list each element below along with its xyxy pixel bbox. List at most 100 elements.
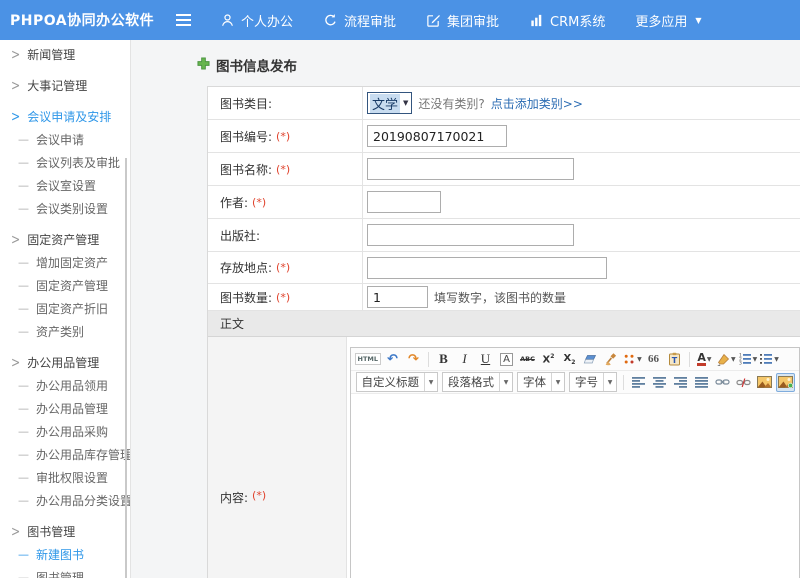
menu-icon[interactable] (176, 12, 196, 28)
font-color-icon[interactable]: A▼ (695, 350, 714, 369)
undo-icon[interactable]: ↶ (383, 350, 402, 369)
quantity-input[interactable] (367, 286, 428, 308)
caret-down-icon: ▼ (551, 373, 564, 391)
sidebar-item-fixed-asset-depreciation[interactable]: —固定资产折旧 (0, 297, 130, 320)
font-size-select[interactable]: 字号▼ (569, 372, 617, 392)
align-left-icon[interactable] (629, 373, 648, 392)
sidebar-item-meeting-apply[interactable]: —会议申请 (0, 128, 130, 151)
add-category-link[interactable]: 点击添加类别>> (491, 95, 583, 112)
strikethrough-icon[interactable]: ABC (518, 350, 537, 369)
sidebar-item-meeting-list-approval[interactable]: —会议列表及审批 (0, 151, 130, 174)
sidebar-item-news-mgmt[interactable]: >新闻管理 (0, 43, 130, 66)
font-family-select[interactable]: 字体▼ (517, 372, 565, 392)
nav-item-more-apps[interactable]: 更多应用▼ (635, 11, 701, 30)
dash-icon: — (18, 379, 29, 392)
top-nav: 个人办公 流程审批 集团审批 CRM系统 更多应用▼ (220, 11, 702, 30)
sidebar-item-book-mgmt-list[interactable]: —图书管理 (0, 566, 130, 578)
align-justify-icon[interactable] (692, 373, 711, 392)
format-painter-icon[interactable]: ▼ (623, 350, 642, 369)
highlight-color-icon[interactable]: ▼ (716, 350, 736, 369)
category-select[interactable]: 文学 ▼ (367, 92, 412, 114)
align-right-icon[interactable] (671, 373, 690, 392)
sidebar-item-label: 增加固定资产 (36, 254, 108, 271)
form-row-content: 内容: (*) HTML↶↷BIUAABCX2X2▼66TA▼▼123▼▼ 自定… (208, 337, 800, 578)
bold-icon[interactable]: B (434, 350, 453, 369)
svg-text:T: T (672, 356, 678, 365)
book-form: 图书类目: 文学 ▼ 还没有类别? 点击添加类别>> 图书编号:(*) (207, 86, 800, 578)
chevron-right-icon: > (11, 77, 20, 93)
sidebar-item-new-book[interactable]: —新建图书 (0, 543, 130, 566)
blockquote-icon[interactable]: 66 (644, 350, 663, 369)
unlink-icon[interactable] (734, 373, 753, 392)
insert-image-icon[interactable] (755, 373, 774, 392)
svg-text:3: 3 (739, 361, 742, 365)
sidebar-item-memorabilia-mgmt[interactable]: >大事记管理 (0, 74, 130, 97)
sidebar-item-asset-category[interactable]: —资产类别 (0, 320, 130, 343)
eraser-icon[interactable] (581, 350, 600, 369)
sidebar-item-office-supplies-mgmt[interactable]: >办公用品管理 (0, 351, 130, 374)
sidebar-item-book-mgmt[interactable]: >图书管理 (0, 520, 130, 543)
publisher-input[interactable] (367, 224, 574, 246)
dash-icon: — (18, 256, 29, 269)
redo-icon[interactable]: ↷ (404, 350, 423, 369)
sidebar-item-label: 图书管理 (27, 523, 75, 540)
form-row-publisher: 出版社: (208, 219, 800, 252)
sidebar-item-meeting-room-settings[interactable]: —会议室设置 (0, 174, 130, 197)
sidebar-item-supplies-inventory-mgmt[interactable]: —办公用品库存管理 (0, 443, 130, 466)
category-label: 图书类目: (220, 95, 272, 112)
sidebar-item-label: 办公用品领用 (36, 377, 108, 394)
sidebar-item-fixed-assets-mgmt[interactable]: >固定资产管理 (0, 228, 130, 251)
nav-item-label: 集团审批 (447, 11, 499, 30)
sidebar-item-meeting-apply-arrange[interactable]: >会议申请及安排 (0, 105, 130, 128)
sidebar-item-fixed-asset-mgmt[interactable]: —固定资产管理 (0, 274, 130, 297)
page-title: 图书信息发布 (197, 55, 800, 75)
italic-icon[interactable]: I (455, 350, 474, 369)
sidebar-item-supplies-purchase[interactable]: —办公用品采购 (0, 420, 130, 443)
unordered-list-icon[interactable]: ▼ (759, 350, 779, 369)
editor-content-area[interactable] (351, 394, 800, 578)
sidebar-item-label: 办公用品管理 (27, 354, 99, 371)
align-center-icon[interactable] (650, 373, 669, 392)
sidebar-item-supplies-category-settings[interactable]: —办公用品分类设置 (0, 489, 130, 512)
caret-down-icon: ▼ (603, 373, 616, 391)
caret-down-icon: ▼ (499, 373, 512, 391)
nav-item-group-approval[interactable]: 集团审批 (426, 11, 499, 30)
sidebar-item-supplies-requisition[interactable]: — 办公用品领用 (0, 374, 130, 397)
author-input[interactable] (367, 191, 441, 213)
nav-item-personal-office[interactable]: 个人办公 (220, 11, 293, 30)
link-icon[interactable] (713, 373, 732, 392)
subscript-icon[interactable]: X2 (560, 350, 579, 369)
custom-title-select[interactable]: 自定义标题▼ (356, 372, 439, 392)
html-source-icon[interactable]: HTML (355, 350, 381, 369)
book-no-input[interactable] (367, 125, 507, 147)
book-name-input[interactable] (367, 158, 574, 180)
sidebar-item-supplies-mgmt[interactable]: —办公用品管理 (0, 397, 130, 420)
underline-icon[interactable]: U (476, 350, 495, 369)
autotypeset-icon[interactable]: A (497, 350, 516, 369)
dash-icon: — (18, 494, 29, 507)
nav-item-process-approval[interactable]: 流程审批 (323, 11, 396, 30)
paste-text-icon[interactable]: T (665, 350, 684, 369)
dash-icon: — (18, 548, 29, 561)
sidebar-item-label: 会议申请 (36, 131, 84, 148)
location-input[interactable] (367, 257, 607, 279)
superscript-icon[interactable]: X2 (539, 350, 558, 369)
clean-format-icon[interactable] (602, 350, 621, 369)
form-row-book-no: 图书编号:(*) (208, 120, 800, 153)
sidebar-item-meeting-category-settings[interactable]: —会议类别设置 (0, 197, 130, 220)
toolbar-separator (428, 352, 429, 367)
nav-item-crm-system[interactable]: CRM系统 (529, 11, 605, 30)
image-manager-icon[interactable] (776, 373, 795, 392)
paragraph-format-select[interactable]: 段落格式▼ (442, 372, 513, 392)
ordered-list-icon[interactable]: 123▼ (738, 350, 758, 369)
sidebar-item-approval-permission-settings[interactable]: —审批权限设置 (0, 466, 130, 489)
caret-down-icon: ▼ (774, 356, 779, 363)
sidebar-item-label: 办公用品采购 (36, 423, 108, 440)
author-label: 作者: (220, 194, 248, 211)
sidebar-scrollbar[interactable] (125, 158, 127, 578)
form-row-author: 作者:(*) (208, 186, 800, 219)
toolbar-separator (689, 352, 690, 367)
sidebar-item-add-fixed-asset[interactable]: — 增加固定资产 (0, 251, 130, 274)
caret-down-icon: ▼ (695, 16, 701, 25)
book-no-label: 图书编号: (220, 128, 272, 145)
